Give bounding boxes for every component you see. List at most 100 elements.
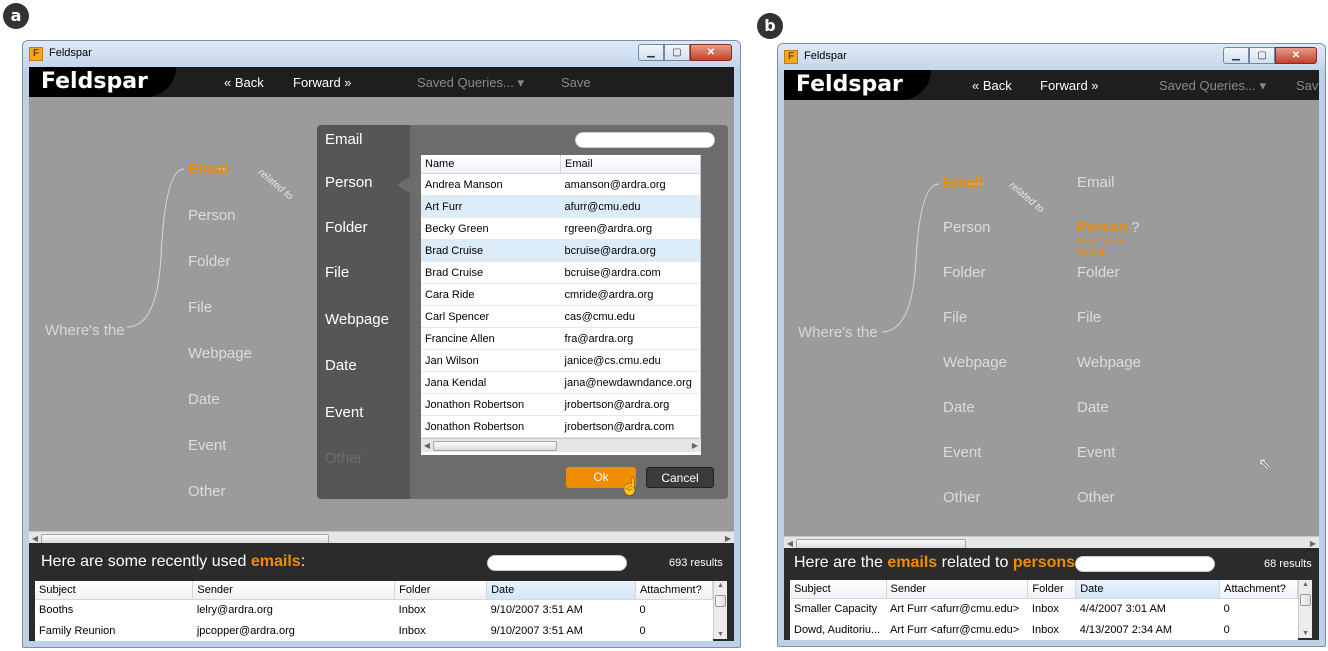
person-name: Becky Green	[425, 222, 489, 235]
category-folder[interactable]: Folder	[188, 253, 231, 270]
related-category-email[interactable]: Email	[1077, 174, 1115, 191]
category-webpage[interactable]: Webpage	[943, 354, 1007, 371]
maximize-button[interactable]: ▢	[1249, 47, 1275, 64]
popup-category-other[interactable]: Other	[325, 450, 363, 467]
popup-category-folder[interactable]: Folder	[325, 219, 368, 236]
popup-search-input[interactable]	[575, 132, 715, 148]
person-name: Jonathon Robertson	[425, 398, 525, 411]
person-row[interactable]: Cara Ride cmride@ardra.org	[421, 284, 701, 306]
column-header-date[interactable]: Date	[486, 581, 636, 600]
cell-subject: Dowd, Auditoriu...	[794, 624, 881, 636]
back-button[interactable]: « Back	[972, 78, 1012, 93]
person-row[interactable]: Carl Spencer cas@cmu.edu	[421, 306, 701, 328]
popup-category-webpage[interactable]: Webpage	[325, 311, 389, 328]
category-email[interactable]: Email	[188, 161, 228, 178]
category-file[interactable]: File	[188, 299, 212, 316]
cell-date: 9/10/2007 3:51 AM	[490, 625, 583, 637]
popup-category-event[interactable]: Event	[325, 404, 363, 421]
category-date[interactable]: Date	[943, 399, 975, 416]
related-category-folder[interactable]: Folder	[1077, 264, 1120, 281]
person-row[interactable]: Francine Allen fra@ardra.org	[421, 328, 701, 350]
table-row[interactable]: Booths lelry@ardra.org Inbox 9/10/2007 3:51…	[35, 600, 713, 621]
forward-button[interactable]: Forward »	[1040, 78, 1099, 93]
selected-person[interactable]: Art Furr	[1077, 247, 1108, 257]
column-header-subject[interactable]: Subject	[790, 580, 887, 599]
person-list-vscroll[interactable]: ▲ ▼	[700, 155, 701, 438]
cell-folder: Inbox	[398, 604, 426, 617]
popup-category-email[interactable]: Email	[325, 131, 363, 148]
results-search-input[interactable]	[1075, 556, 1215, 572]
table-row[interactable]: Smaller Capacity Art Furr <afurr@cmu.edu>…	[790, 599, 1298, 620]
category-email[interactable]: Email	[943, 174, 983, 191]
related-category-webpage[interactable]: Webpage	[1077, 354, 1141, 371]
category-other[interactable]: Other	[943, 489, 981, 506]
close-button[interactable]: ✕	[690, 44, 732, 61]
person-row[interactable]: Andrea Manson amanson@ardra.org	[421, 174, 701, 196]
person-name: Art Furr	[425, 200, 463, 213]
title-bar[interactable]: F Feldspar ▁ ▢ ✕	[23, 41, 740, 67]
person-question-mark[interactable]: ?	[1131, 219, 1139, 236]
person-list-hscroll[interactable]: ◀ ▶	[421, 438, 701, 452]
column-header-sender[interactable]: Sender	[192, 581, 396, 600]
table-row[interactable]: Family Reunion jpcopper@ardra.org Inbox 9/1…	[35, 621, 713, 642]
category-file[interactable]: File	[943, 309, 967, 326]
category-person[interactable]: Person	[943, 219, 991, 236]
forward-button[interactable]: Forward »	[293, 75, 352, 90]
cancel-button[interactable]: Cancel	[646, 467, 714, 488]
category-event[interactable]: Event	[188, 437, 226, 454]
save-button[interactable]: Save	[1296, 78, 1319, 93]
category-other[interactable]: Other	[188, 483, 226, 500]
related-category-event[interactable]: Event	[1077, 444, 1115, 461]
cell-folder: Inbox	[1031, 624, 1059, 636]
person-row[interactable]: Art Furr afurr@cmu.edu	[421, 195, 701, 218]
person-row[interactable]: Jonathon Robertson jrobertson@ardra.com	[421, 416, 701, 438]
back-button[interactable]: « Back	[224, 75, 264, 90]
maximize-button[interactable]: ▢	[664, 44, 690, 61]
column-header-subject[interactable]: Subject	[35, 581, 194, 600]
person-row[interactable]: Jana Kendal jana@newdawndance.org	[421, 372, 701, 394]
selected-person[interactable]: Brad Cruise	[1077, 236, 1125, 246]
results-vscroll[interactable]: ▲ ▼	[713, 581, 727, 639]
minimize-button[interactable]: ▁	[638, 44, 664, 61]
person-name: Carl Spencer	[425, 310, 490, 323]
column-header-attachment[interactable]: Attachment?	[1219, 580, 1298, 599]
category-webpage[interactable]: Webpage	[188, 345, 252, 362]
person-row[interactable]: Becky Green rgreen@ardra.org	[421, 218, 701, 240]
popup-category-file[interactable]: File	[325, 264, 349, 281]
person-row[interactable]: Jonathon Robertson jrobertson@ardra.org	[421, 394, 701, 416]
column-header-email[interactable]: Email	[560, 155, 701, 174]
category-person[interactable]: Person	[188, 207, 236, 224]
title-bar[interactable]: F Feldspar ▁ ▢ ✕	[778, 44, 1325, 70]
table-row[interactable]: Dowd, Auditoriu... Art Furr <afurr@cmu.ed…	[790, 620, 1298, 641]
category-folder[interactable]: Folder	[943, 264, 986, 281]
close-button[interactable]: ✕	[1275, 47, 1317, 64]
person-row[interactable]: Brad Cruise bcruise@ardra.com	[421, 262, 701, 284]
cell-date: 9/10/2007 3:51 AM	[490, 604, 583, 617]
results-vscroll[interactable]: ▲ ▼	[1298, 580, 1312, 638]
column-header-folder[interactable]: Folder	[1027, 580, 1077, 599]
category-event[interactable]: Event	[943, 444, 981, 461]
column-header-folder[interactable]: Folder	[394, 581, 488, 600]
person-row[interactable]: Brad Cruise bcruise@ardra.org	[421, 239, 701, 262]
cell-folder: Inbox	[398, 625, 426, 637]
person-row[interactable]: Jan Wilson janice@cs.cmu.edu	[421, 350, 701, 372]
related-category-file[interactable]: File	[1077, 309, 1101, 326]
cell-subject: Smaller Capacity	[794, 603, 878, 616]
popup-category-date[interactable]: Date	[325, 357, 357, 374]
category-date[interactable]: Date	[188, 391, 220, 408]
column-header-date[interactable]: Date	[1075, 580, 1221, 599]
person-table: Name Email Andrea Manson amanson@ardra.org…	[421, 155, 701, 438]
client-area: Feldspar « Back Forward » Saved Queries.…	[29, 67, 734, 641]
saved-queries-dropdown[interactable]: Saved Queries... ▾	[1159, 78, 1266, 94]
column-header-sender[interactable]: Sender	[886, 580, 1029, 599]
minimize-button[interactable]: ▁	[1223, 47, 1249, 64]
save-button[interactable]: Save	[561, 75, 591, 90]
related-category-date[interactable]: Date	[1077, 399, 1109, 416]
related-category-person[interactable]: Person	[1077, 219, 1128, 236]
saved-queries-dropdown[interactable]: Saved Queries... ▾	[417, 75, 524, 91]
column-header-attachment[interactable]: Attachment?	[635, 581, 714, 600]
column-header-name[interactable]: Name	[421, 155, 562, 174]
results-search-input[interactable]	[487, 555, 627, 571]
popup-category-person[interactable]: Person	[325, 174, 373, 191]
related-category-other[interactable]: Other	[1077, 489, 1115, 506]
